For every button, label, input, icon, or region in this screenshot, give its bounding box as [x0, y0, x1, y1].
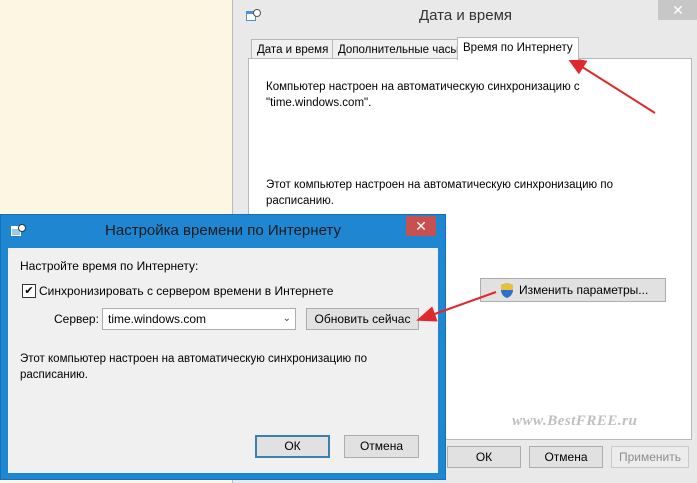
arrow-to-internet-time-tab: [566, 56, 656, 114]
tab-internet-time[interactable]: Время по Интернету: [457, 37, 579, 60]
arrow-to-update-now-button: [416, 291, 497, 322]
annotation-arrows: [416, 56, 656, 322]
